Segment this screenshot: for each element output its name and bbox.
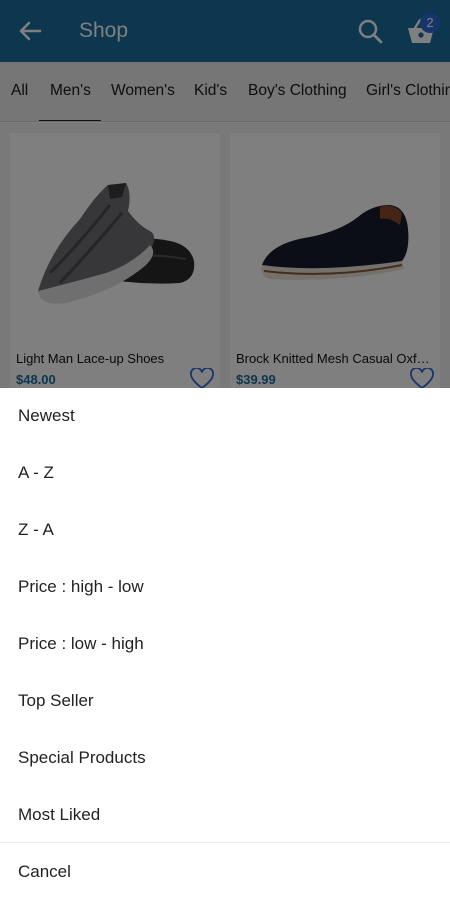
- sort-option-special-products[interactable]: Special Products: [0, 730, 450, 787]
- sort-option-label: Newest: [18, 406, 75, 425]
- sort-option-label: Most Liked: [18, 805, 101, 824]
- modal-scrim[interactable]: [0, 0, 450, 388]
- sheet-divider: [0, 842, 450, 843]
- sort-option-price-low-high[interactable]: Price : low - high: [0, 616, 450, 673]
- cancel-label: Cancel: [18, 862, 71, 881]
- sort-option-top-seller[interactable]: Top Seller: [0, 673, 450, 730]
- sort-option-label: Z - A: [18, 520, 54, 539]
- sort-option-label: Price : low - high: [18, 634, 144, 653]
- sort-option-label: Price : high - low: [18, 577, 144, 596]
- sort-option-z-a[interactable]: Z - A: [0, 502, 450, 559]
- sort-option-label: A - Z: [18, 463, 54, 482]
- sort-option-label: Top Seller: [18, 691, 94, 710]
- sort-option-price-high-low[interactable]: Price : high - low: [0, 559, 450, 616]
- cancel-button[interactable]: Cancel: [0, 844, 450, 900]
- sort-option-newest[interactable]: Newest: [0, 388, 450, 445]
- sort-options-sheet: Newest A - Z Z - A Price : high - low Pr…: [0, 388, 450, 900]
- sort-option-a-z[interactable]: A - Z: [0, 445, 450, 502]
- sort-option-most-liked[interactable]: Most Liked: [0, 787, 450, 844]
- sort-option-label: Special Products: [18, 748, 146, 767]
